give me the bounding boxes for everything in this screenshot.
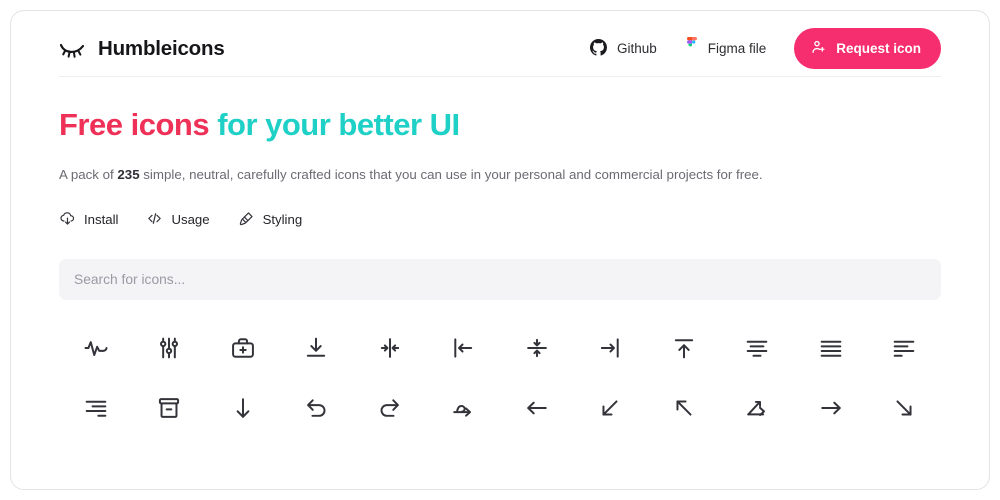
icon-cell-arrow-left[interactable] xyxy=(500,384,574,432)
desc-before: A pack of xyxy=(59,166,118,182)
header-nav: Github Figma file Request icon xyxy=(589,28,941,69)
hero-description: A pack of 235 simple, neutral, carefully… xyxy=(59,165,941,185)
align-text-left-icon xyxy=(890,334,918,362)
arrow-down-left-icon xyxy=(596,394,624,422)
align-center-vertical-icon xyxy=(523,334,551,362)
icon-cell-align-right[interactable] xyxy=(574,324,648,372)
arrow-up-left-icon xyxy=(670,394,698,422)
icon-cell-align-left[interactable] xyxy=(427,324,501,372)
user-add-icon xyxy=(811,39,827,58)
icon-cell-align-center-horizontal[interactable] xyxy=(353,324,427,372)
align-bottom-icon xyxy=(302,334,330,362)
figma-file-link[interactable]: Figma file xyxy=(685,37,767,60)
arrow-merge-icon xyxy=(743,394,771,422)
styling-label: Styling xyxy=(262,212,303,228)
page-title-secondary: for your better UI xyxy=(217,107,460,142)
icon-cell-arrow-right[interactable] xyxy=(794,384,868,432)
icon-cell-arrow-down-right[interactable] xyxy=(868,384,942,432)
icon-cell-align-bottom[interactable] xyxy=(280,324,354,372)
doc-links: Install Usage Styling xyxy=(59,210,941,230)
icon-cell-arrow-down[interactable] xyxy=(206,384,280,432)
request-icon-label: Request icon xyxy=(836,41,921,56)
align-text-justify-icon xyxy=(817,334,845,362)
hero-section: Free icons for your better UI A pack of … xyxy=(59,77,941,230)
install-link[interactable]: Install xyxy=(59,210,118,230)
closed-eye-icon xyxy=(59,40,85,58)
page-title: Free icons for your better UI xyxy=(59,107,941,143)
arrow-left-icon xyxy=(523,394,551,422)
site-header: Humbleicons Github Figma file Request ic… xyxy=(59,11,941,77)
icon-count: 235 xyxy=(117,166,140,182)
icon-cell-align-text-right[interactable] xyxy=(59,384,133,432)
icon-cell-align-text-left[interactable] xyxy=(868,324,942,372)
icon-cell-arrow-up-left[interactable] xyxy=(647,384,721,432)
icon-cell-align-text-justify[interactable] xyxy=(794,324,868,372)
icon-grid xyxy=(59,324,941,432)
align-right-icon xyxy=(596,334,624,362)
icon-cell-arrow-down-left[interactable] xyxy=(574,384,648,432)
search-input[interactable] xyxy=(59,258,941,300)
paint-roller-icon xyxy=(238,210,255,230)
main-content: Free icons for your better UI A pack of … xyxy=(11,77,989,432)
page-title-accent: Free icons xyxy=(59,107,210,142)
icon-cell-adjustments[interactable] xyxy=(133,324,207,372)
github-label: Github xyxy=(616,40,657,56)
arrow-jump-right-icon xyxy=(449,394,477,422)
styling-link[interactable]: Styling xyxy=(238,210,303,230)
arrow-down-icon xyxy=(229,394,257,422)
figma-icon xyxy=(685,37,699,60)
usage-link[interactable]: Usage xyxy=(146,210,210,230)
github-icon xyxy=(589,38,608,60)
code-icon xyxy=(146,210,163,230)
align-top-icon xyxy=(670,334,698,362)
install-label: Install xyxy=(84,212,119,228)
app-window: Humbleicons Github Figma file Request ic… xyxy=(10,10,990,490)
brand-name: Humbleicons xyxy=(98,36,225,60)
usage-label: Usage xyxy=(171,212,210,228)
icon-cell-arrow-curve-left[interactable] xyxy=(280,384,354,432)
desc-after: simple, neutral, carefully crafted icons… xyxy=(139,166,763,182)
github-link[interactable]: Github xyxy=(589,38,657,60)
icon-cell-arrow-merge[interactable] xyxy=(721,384,795,432)
archive-icon xyxy=(155,394,183,422)
arrow-curve-left-icon xyxy=(302,394,330,422)
align-text-right-icon xyxy=(82,394,110,422)
arrow-curve-right-icon xyxy=(376,394,404,422)
align-text-center-icon xyxy=(743,334,771,362)
adjustments-icon xyxy=(155,334,183,362)
icon-cell-align-center-vertical[interactable] xyxy=(500,324,574,372)
arrow-down-right-icon xyxy=(890,394,918,422)
align-center-horizontal-icon xyxy=(376,334,404,362)
request-icon-button[interactable]: Request icon xyxy=(794,28,941,69)
arrow-right-icon xyxy=(817,394,845,422)
icon-cell-archive[interactable] xyxy=(133,384,207,432)
brand[interactable]: Humbleicons xyxy=(59,37,225,61)
icon-cell-activity[interactable] xyxy=(59,324,133,372)
align-left-icon xyxy=(449,334,477,362)
icon-cell-first-aid-kit[interactable] xyxy=(206,324,280,372)
icon-cell-align-text-center[interactable] xyxy=(721,324,795,372)
icon-cell-arrow-jump-right[interactable] xyxy=(427,384,501,432)
search-section xyxy=(59,258,941,300)
icon-cell-arrow-curve-right[interactable] xyxy=(353,384,427,432)
cloud-download-icon xyxy=(59,210,76,230)
icon-cell-align-top[interactable] xyxy=(647,324,721,372)
activity-icon xyxy=(82,334,110,362)
figma-file-label: Figma file xyxy=(707,40,767,56)
first-aid-kit-icon xyxy=(229,334,257,362)
